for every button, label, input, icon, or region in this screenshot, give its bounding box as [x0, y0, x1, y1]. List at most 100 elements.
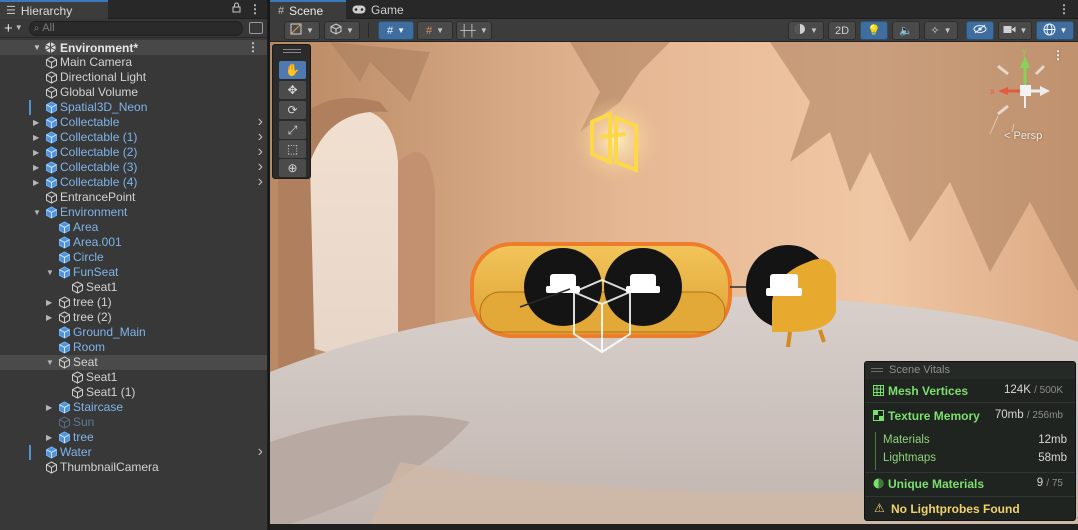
expanded-arrow-icon[interactable]: ▼: [33, 208, 41, 217]
hierarchy-row[interactable]: ▶ tree (1): [0, 295, 267, 310]
chevron-down-icon: ▼: [306, 26, 314, 35]
hierarchy-row[interactable]: Global Volume: [0, 85, 267, 100]
prefab-cube-icon: [58, 401, 71, 414]
shading-sphere-dropdown[interactable]: ▼: [788, 21, 824, 40]
hierarchy-row[interactable]: Seat1: [0, 370, 267, 385]
2d-toggle-button[interactable]: 2D: [828, 21, 856, 40]
scene-filter-icon[interactable]: [249, 22, 263, 34]
texture-checker-icon: [873, 410, 884, 421]
hierarchy-row-label: Global Volume: [60, 85, 139, 99]
scene-root-row[interactable]: ▼ Environment* ⋮: [0, 40, 267, 55]
audio-toggle[interactable]: 🔈: [892, 21, 920, 40]
hierarchy-row[interactable]: ▶ tree (2): [0, 310, 267, 325]
collapsed-arrow-icon[interactable]: ▶: [46, 433, 52, 442]
render-mode-dropdown[interactable]: ▼: [324, 21, 360, 40]
open-prefab-arrow-icon[interactable]: ›: [258, 173, 263, 191]
hierarchy-tab-bar: ☰ Hierarchy ⋮: [0, 0, 267, 19]
scene-more-icon[interactable]: ⋮: [247, 40, 259, 54]
collapsed-arrow-icon[interactable]: ▶: [46, 403, 52, 412]
perspective-label[interactable]: < Persp: [1004, 130, 1042, 142]
unique-materials-label: Unique Materials: [888, 477, 985, 491]
rotate-icon: ⟳: [287, 103, 298, 117]
expanded-arrow-icon[interactable]: ▼: [46, 268, 54, 277]
expand-arrow-icon[interactable]: ▼: [33, 43, 41, 52]
hierarchy-row[interactable]: Ground_Main: [0, 325, 267, 340]
draw-mode-dropdown[interactable]: ▼: [284, 21, 320, 40]
lighting-toggle[interactable]: 💡: [860, 21, 888, 40]
collapsed-arrow-icon[interactable]: ▶: [46, 313, 52, 322]
lightmaps-label: Lightmaps: [883, 452, 937, 464]
expanded-arrow-icon[interactable]: ▼: [46, 358, 54, 367]
gameobject-cube-icon: [45, 461, 58, 474]
effects-dropdown[interactable]: ✧ ▼: [924, 21, 958, 40]
hierarchy-search[interactable]: ⌕: [28, 20, 243, 36]
lock-icon[interactable]: [232, 2, 241, 16]
search-input[interactable]: [42, 22, 193, 34]
grid-visibility-dropdown[interactable]: ┼┼ ▼: [456, 21, 492, 40]
more-menu-icon[interactable]: ⋮: [249, 2, 261, 16]
hierarchy-row[interactable]: Main Camera: [0, 55, 267, 70]
hierarchy-row[interactable]: Seat1 (1): [0, 385, 267, 400]
hierarchy-row[interactable]: EntrancePoint: [0, 190, 267, 205]
tab-game[interactable]: Game: [344, 0, 414, 19]
hierarchy-row[interactable]: Area.001: [0, 235, 267, 250]
collapsed-arrow-icon[interactable]: ▶: [33, 148, 39, 157]
hierarchy-row[interactable]: ▼ FunSeat: [0, 265, 267, 280]
scene-visibility-toggle[interactable]: [966, 21, 994, 40]
hierarchy-row[interactable]: ▼ Seat: [0, 355, 267, 370]
transform-tool-button[interactable]: ⊕: [279, 159, 306, 177]
collapsed-arrow-icon[interactable]: ▶: [46, 298, 52, 307]
tab-scene[interactable]: # Scene: [270, 0, 346, 19]
hierarchy-row[interactable]: Seat1: [0, 280, 267, 295]
tab-scene-label: Scene: [289, 3, 324, 18]
prefab-cube-icon: [58, 266, 71, 279]
hierarchy-row[interactable]: ▶ Collectable (3) ›: [0, 158, 267, 175]
hierarchy-row-label: Water: [60, 445, 92, 459]
camera-settings-dropdown[interactable]: ▼: [998, 21, 1032, 40]
collapsed-arrow-icon[interactable]: ▶: [33, 178, 39, 187]
hand-tool-button[interactable]: ✋: [279, 61, 306, 79]
gizmos-dropdown[interactable]: ▼: [1036, 21, 1074, 40]
collapsed-arrow-icon[interactable]: ▶: [33, 133, 39, 142]
lightprobes-warning-row[interactable]: ⚠ No Lightprobes Found: [865, 499, 1075, 519]
hierarchy-row[interactable]: ▶ Staircase: [0, 400, 267, 415]
hierarchy-row-label: Room: [73, 340, 106, 354]
hierarchy-tab[interactable]: ☰ Hierarchy: [0, 0, 108, 19]
hierarchy-row[interactable]: ▶ Collectable (2) ›: [0, 143, 267, 160]
list-icon: ☰: [6, 5, 16, 17]
rect-tool-button[interactable]: ⬚: [279, 140, 306, 158]
hierarchy-row[interactable]: Sun: [0, 415, 267, 430]
hierarchy-row[interactable]: ▶ Collectable ›: [0, 113, 267, 130]
hierarchy-row[interactable]: ▶ Collectable (1) ›: [0, 128, 267, 145]
svg-text:x: x: [990, 87, 995, 96]
grid-snap-icon: #: [386, 24, 394, 37]
move-tool-button[interactable]: ✥: [279, 81, 306, 99]
hierarchy-row[interactable]: Water ›: [0, 443, 267, 461]
grid-snapping-toggle[interactable]: # ▼: [378, 21, 414, 40]
hierarchy-row[interactable]: ThumbnailCamera: [0, 460, 267, 475]
hierarchy-row[interactable]: Circle: [0, 250, 267, 265]
hierarchy-row[interactable]: Area: [0, 220, 267, 235]
open-prefab-arrow-icon[interactable]: ›: [258, 443, 263, 461]
hierarchy-row[interactable]: Directional Light: [0, 70, 267, 85]
create-dropdown-button[interactable]: + ▼: [4, 21, 23, 36]
collapsed-arrow-icon[interactable]: ▶: [33, 118, 39, 127]
hierarchy-row[interactable]: Room: [0, 340, 267, 355]
hierarchy-row-label: Seat1: [86, 370, 118, 384]
vitals-header[interactable]: Scene Vitals: [865, 362, 1075, 379]
gameobject-cube-icon: [71, 386, 84, 399]
drag-handle-icon[interactable]: [283, 49, 301, 53]
hierarchy-row[interactable]: ▶ Collectable (4) ›: [0, 173, 267, 191]
hierarchy-row[interactable]: ▼ Environment: [0, 205, 267, 220]
rotate-tool-button[interactable]: ⟳: [279, 101, 306, 119]
gizmo-more-icon[interactable]: ⋮: [1052, 48, 1064, 62]
scene-more-icon[interactable]: ⋮: [1058, 2, 1070, 16]
increment-snap-dropdown[interactable]: # ▼: [417, 21, 453, 40]
hierarchy-row[interactable]: Spatial3D_Neon: [0, 100, 267, 115]
collapsed-arrow-icon[interactable]: ▶: [33, 163, 39, 172]
drag-handle-icon[interactable]: [871, 368, 883, 372]
prefab-cube-icon: [45, 161, 58, 174]
hierarchy-row-label: Ground_Main: [73, 325, 146, 339]
scale-tool-button[interactable]: ⤢: [279, 121, 306, 139]
hierarchy-row[interactable]: ▶ tree: [0, 430, 267, 445]
